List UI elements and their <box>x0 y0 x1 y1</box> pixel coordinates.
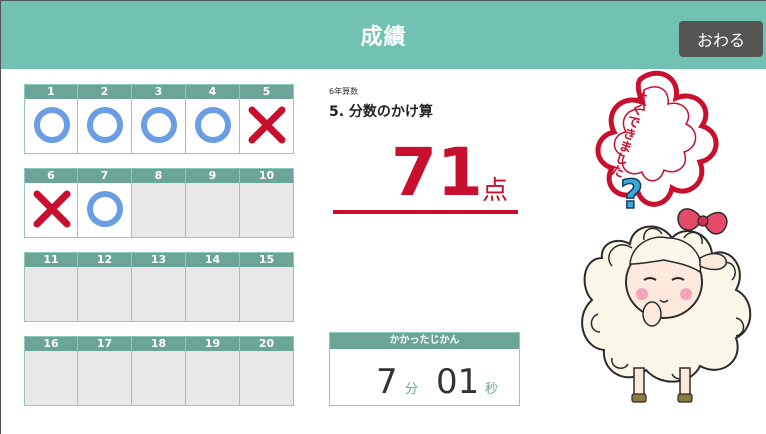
minutes-unit: 分 <box>405 382 419 397</box>
correct-circle-icon <box>87 191 123 227</box>
incorrect-cross-icon <box>33 190 71 228</box>
correct-circle-icon <box>195 107 231 143</box>
question-number: 12 <box>78 253 131 267</box>
question-number: 11 <box>25 253 77 267</box>
results-row-2: 6 7 8 9 10 <box>24 168 296 238</box>
correct-circle-icon <box>141 107 177 143</box>
elapsed-time-label: かかったじかん <box>330 333 519 349</box>
sheep-body <box>581 225 752 403</box>
question-number: 20 <box>240 337 293 351</box>
question-cell-14: 14 <box>186 252 240 322</box>
ribbon-bow-icon <box>677 208 728 235</box>
question-cell-8: 8 <box>132 168 186 238</box>
question-cell-1: 1 <box>24 84 78 154</box>
question-number: 4 <box>186 85 239 99</box>
question-cell-15: 15 <box>240 252 294 322</box>
question-number: 14 <box>186 253 239 267</box>
question-cell-2: 2 <box>78 84 132 154</box>
question-cell-11: 11 <box>24 252 78 322</box>
question-number: 8 <box>132 169 185 183</box>
question-cell-16: 16 <box>24 336 78 406</box>
question-number: 16 <box>25 337 77 351</box>
sheep-mascot-illustration: よくできました ? <box>581 70 752 403</box>
question-number: 2 <box>78 85 131 99</box>
question-number: 5 <box>240 85 293 99</box>
question-number: 1 <box>25 85 77 99</box>
score-underline <box>333 210 518 214</box>
question-cell-13: 13 <box>132 252 186 322</box>
question-number: 13 <box>132 253 185 267</box>
quit-button[interactable]: おわる <box>679 21 763 57</box>
incorrect-cross-icon <box>248 106 286 144</box>
correct-circle-icon <box>34 107 70 143</box>
question-number: 19 <box>186 337 239 351</box>
question-cell-5: 5 <box>240 84 294 154</box>
question-number: 7 <box>78 169 131 183</box>
question-number: 10 <box>240 169 293 183</box>
sakura-stamp-icon <box>595 70 719 207</box>
results-row-3: 11 12 13 14 15 <box>24 252 296 322</box>
question-cell-4: 4 <box>186 84 240 154</box>
question-cell-3: 3 <box>132 84 186 154</box>
results-row-1: 12345 <box>24 84 296 154</box>
page-title: 成績 <box>360 25 407 50</box>
question-cell-19: 19 <box>186 336 240 406</box>
question-cell-7: 7 <box>78 168 132 238</box>
question-cell-12: 12 <box>78 252 132 322</box>
elapsed-time-box: かかったじかん 7 分 01 秒 <box>329 332 520 406</box>
results-row-4: 16 17 18 19 20 <box>24 336 296 406</box>
question-number: 17 <box>78 337 131 351</box>
header-bar: 成績 おわる <box>1 1 766 69</box>
question-mark-icon: ? <box>620 172 643 218</box>
question-number: 3 <box>132 85 185 99</box>
score-value: 71 <box>391 134 483 211</box>
score-unit: 点 <box>482 176 509 206</box>
subject-label: 6年算数 <box>329 87 359 96</box>
question-cell-10: 10 <box>240 168 294 238</box>
question-number: 9 <box>186 169 239 183</box>
question-number: 18 <box>132 337 185 351</box>
seconds-unit: 秒 <box>485 382 499 397</box>
question-cell-20: 20 <box>240 336 294 406</box>
unit-title: 5. 分数のかけ算 <box>329 104 433 120</box>
question-cell-6: 6 <box>24 168 78 238</box>
question-number: 15 <box>240 253 293 267</box>
elapsed-seconds: 01 <box>436 362 480 402</box>
question-number: 6 <box>25 169 77 183</box>
correct-circle-icon <box>87 107 123 143</box>
question-cell-9: 9 <box>186 168 240 238</box>
elapsed-minutes: 7 <box>376 362 398 402</box>
question-cell-18: 18 <box>132 336 186 406</box>
question-cell-17: 17 <box>78 336 132 406</box>
